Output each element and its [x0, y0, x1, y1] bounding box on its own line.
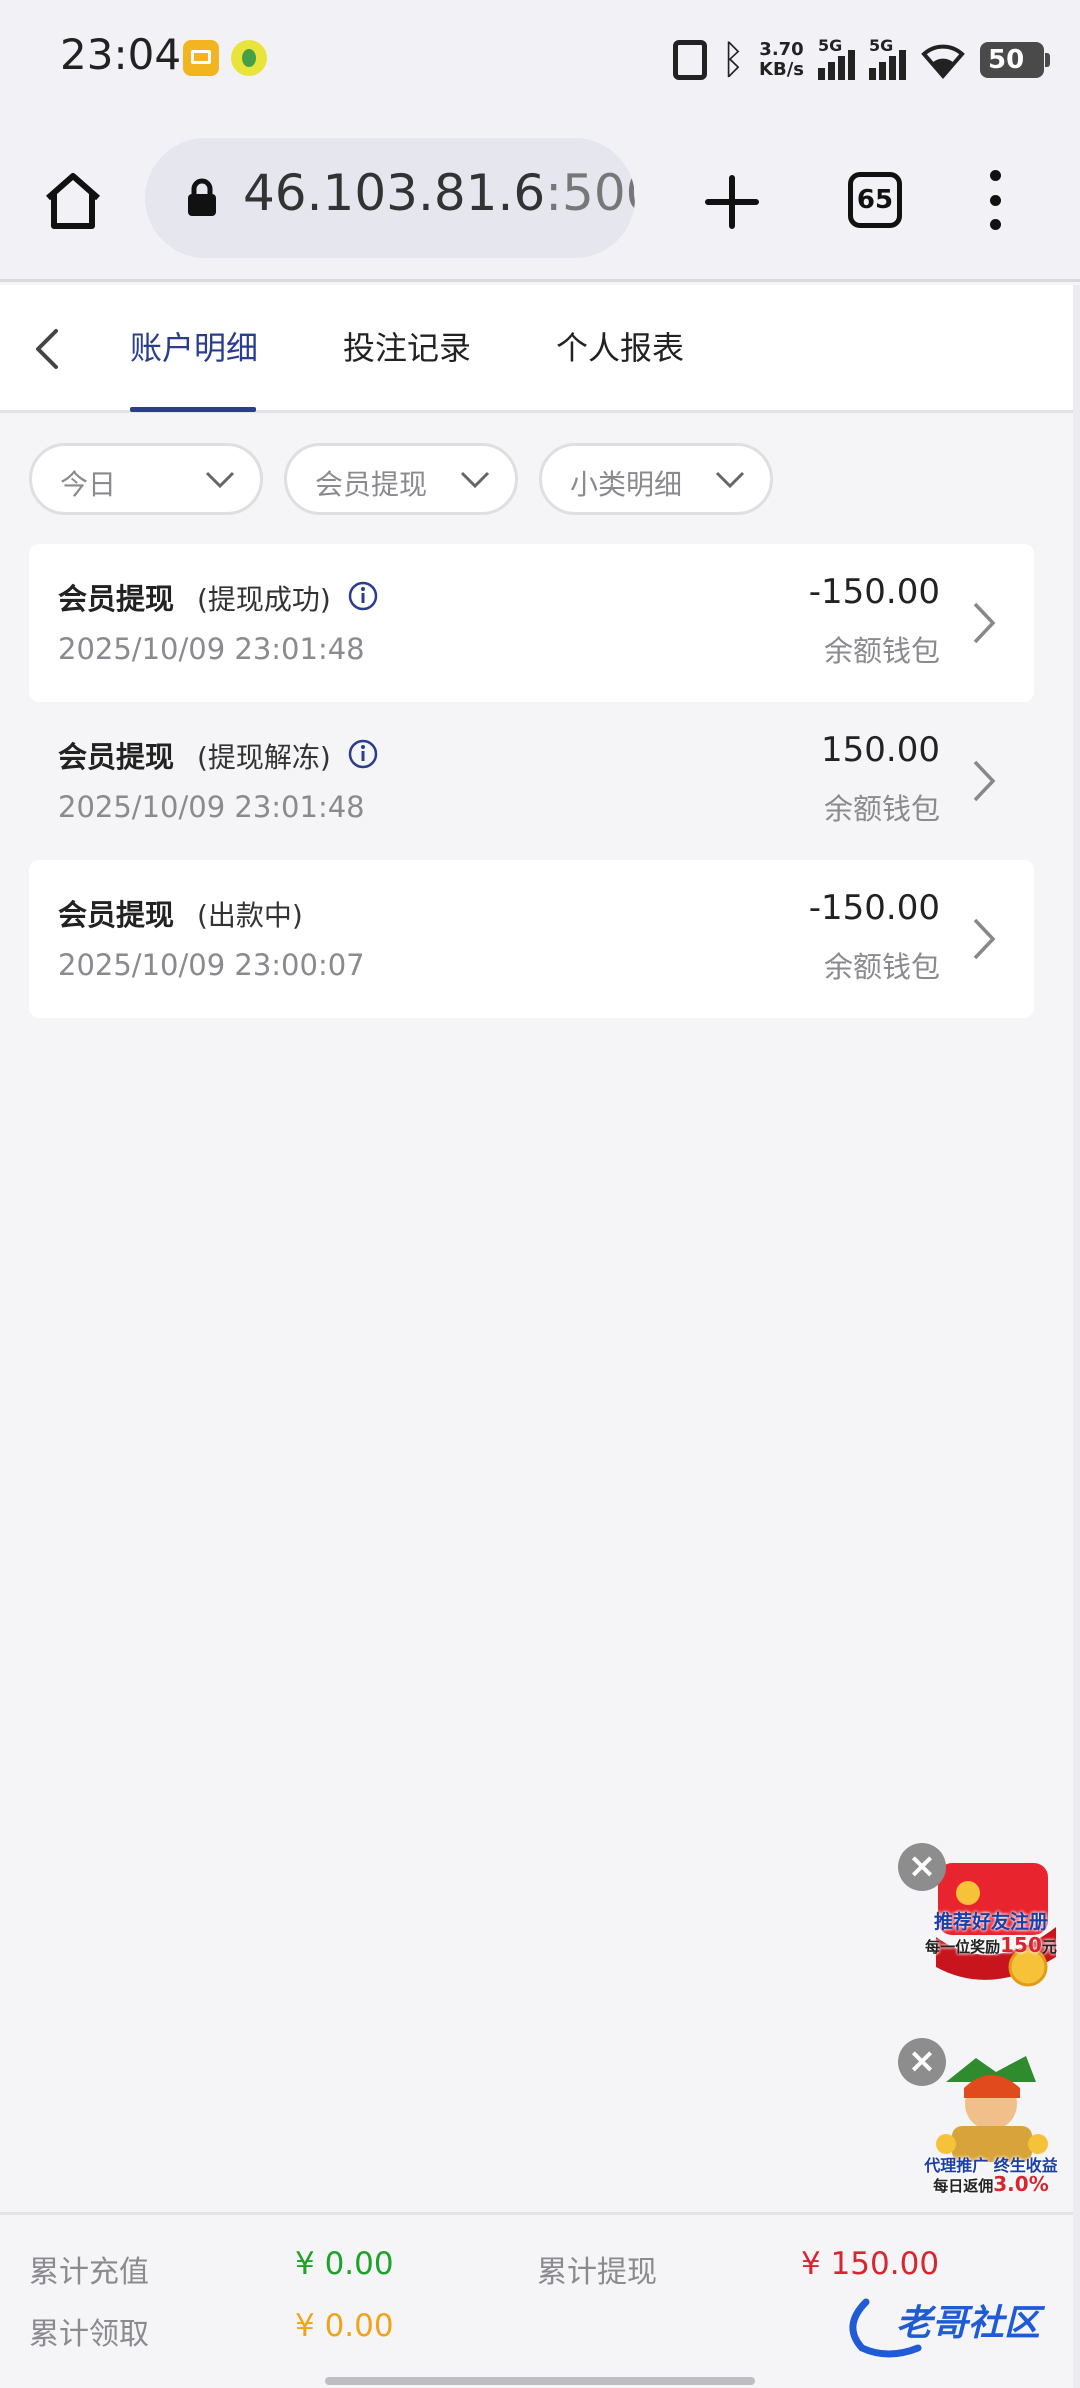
chevron-right-icon	[973, 602, 996, 644]
filter-date-dropdown[interactable]: 今日	[29, 443, 263, 515]
recharge-total-label: 累计充值	[29, 2255, 149, 2290]
info-icon[interactable]	[347, 738, 379, 770]
withdraw-total-label: 累计提现	[537, 2255, 657, 2290]
url-port: :5001	[545, 164, 635, 222]
claim-total-label: 累计领取	[29, 2317, 149, 2352]
filter-type-dropdown[interactable]: 会员提现	[284, 443, 518, 515]
record-amount: 150.00	[821, 730, 940, 770]
network-speed: 3.70 KB/s	[759, 40, 804, 80]
new-tab-icon[interactable]	[700, 170, 764, 234]
referral-promo-prefix: 每一位奖励	[925, 1938, 1001, 1956]
lock-icon	[188, 178, 216, 216]
sim1-label: 5G	[818, 36, 843, 55]
record-title: 会员提现	[58, 898, 175, 932]
record-row[interactable]: 会员提现 (出款中) 2025/10/09 23:00:07 -150.00 余…	[29, 860, 1034, 1018]
referral-promo-subtitle: 每一位奖励150元	[916, 1933, 1066, 1957]
record-amount: -150.00	[808, 888, 940, 928]
chevron-down-icon	[460, 471, 490, 489]
signal-icon-2: 5G	[869, 36, 906, 80]
tab-bet-records[interactable]: 投注记录	[343, 323, 471, 369]
record-status: (提现成功)	[197, 583, 331, 616]
network-speed-value: 3.70	[759, 39, 804, 60]
chevron-down-icon	[205, 471, 235, 489]
record-status: (出款中)	[197, 899, 303, 932]
mail-app-icon	[183, 40, 219, 76]
referral-promo-badge[interactable]: 推荐好友注册 每一位奖励150元 ×	[898, 1843, 1068, 2003]
record-amount: -150.00	[808, 572, 940, 612]
record-time: 2025/10/09 23:01:48	[58, 790, 365, 824]
recharge-total-value: ¥ 0.00	[295, 2246, 394, 2282]
referral-promo-suffix: 元	[1041, 1938, 1057, 1956]
vibrate-icon	[673, 40, 708, 80]
app-notification-icon	[231, 40, 267, 76]
agent-promo-subtitle: 每日返佣3.0%	[916, 2172, 1066, 2196]
status-bar: 23:04 ᛒ 3.70 KB/s 5G 5G 50	[0, 0, 1080, 120]
browser-toolbar: 46.103.81.6:5001 65	[0, 120, 1080, 282]
close-icon[interactable]: ×	[898, 2038, 946, 2086]
wifi-icon	[920, 40, 966, 80]
url-host: 46.103.81.6	[243, 164, 546, 222]
filter-date-label: 今日	[60, 468, 117, 501]
network-speed-unit: KB/s	[759, 59, 804, 80]
agent-promo-badge[interactable]: 代理推广 终生收益 每日返佣3.0% ×	[898, 2038, 1068, 2198]
info-icon[interactable]	[347, 580, 379, 612]
withdraw-total-value: ¥ 150.00	[801, 2246, 940, 2282]
record-wallet: 余额钱包	[823, 792, 940, 826]
agent-promo-rate: 3.0%	[993, 2172, 1049, 2196]
address-bar[interactable]: 46.103.81.6:5001	[145, 138, 635, 258]
more-menu-icon[interactable]	[985, 170, 1005, 230]
chevron-right-icon	[973, 918, 996, 960]
back-arrow-icon[interactable]	[28, 325, 68, 373]
referral-promo-title: 推荐好友注册	[933, 1911, 1048, 1933]
record-row[interactable]: 会员提现 (提现解冻) 2025/10/09 23:01:48 150.00 余…	[29, 702, 1034, 860]
signal-icon: 5G	[818, 36, 855, 80]
url-text: 46.103.81.6:5001	[243, 164, 635, 222]
record-row[interactable]: 会员提现 (提现成功) 2025/10/09 23:01:48 -150.00 …	[29, 544, 1034, 702]
record-time: 2025/10/09 23:00:07	[58, 948, 365, 982]
agent-promo-prefix: 每日返佣	[933, 2177, 994, 2195]
tab-account-details[interactable]: 账户明细	[130, 323, 258, 369]
sim2-label: 5G	[869, 36, 894, 55]
record-wallet: 余额钱包	[823, 634, 940, 668]
status-icons: ᛒ 3.70 KB/s 5G 5G 50	[673, 32, 1050, 88]
battery-icon: 50	[980, 42, 1050, 78]
record-title: 会员提现	[58, 582, 175, 616]
chevron-down-icon	[715, 471, 745, 489]
home-icon	[46, 173, 100, 229]
filter-subcategory-dropdown[interactable]: 小类明细	[539, 443, 773, 515]
bluetooth-icon: ᛒ	[721, 37, 746, 83]
watermark-text: 老哥社区	[896, 2303, 1041, 2344]
tab-personal-report[interactable]: 个人报表	[556, 323, 684, 369]
record-status: (提现解冻)	[197, 741, 331, 774]
tab-switcher-button[interactable]: 65	[848, 172, 902, 228]
claim-total-value: ¥ 0.00	[295, 2308, 394, 2344]
home-button[interactable]	[40, 168, 106, 234]
page-tab-header: 账户明细 投注记录 个人报表	[0, 285, 1073, 413]
close-icon[interactable]: ×	[898, 1843, 946, 1891]
record-time: 2025/10/09 23:01:48	[58, 632, 365, 666]
home-indicator[interactable]	[325, 2377, 755, 2385]
referral-promo-amount: 150	[1000, 1933, 1042, 1957]
filter-type-label: 会员提现	[315, 468, 428, 501]
scrollbar-track	[1073, 285, 1080, 2388]
filter-subcategory-label: 小类明细	[570, 468, 683, 501]
record-wallet: 余额钱包	[823, 950, 940, 984]
status-time: 23:04	[60, 30, 182, 79]
chevron-right-icon	[973, 760, 996, 802]
record-title: 会员提现	[58, 740, 175, 774]
active-tab-indicator	[130, 407, 256, 412]
